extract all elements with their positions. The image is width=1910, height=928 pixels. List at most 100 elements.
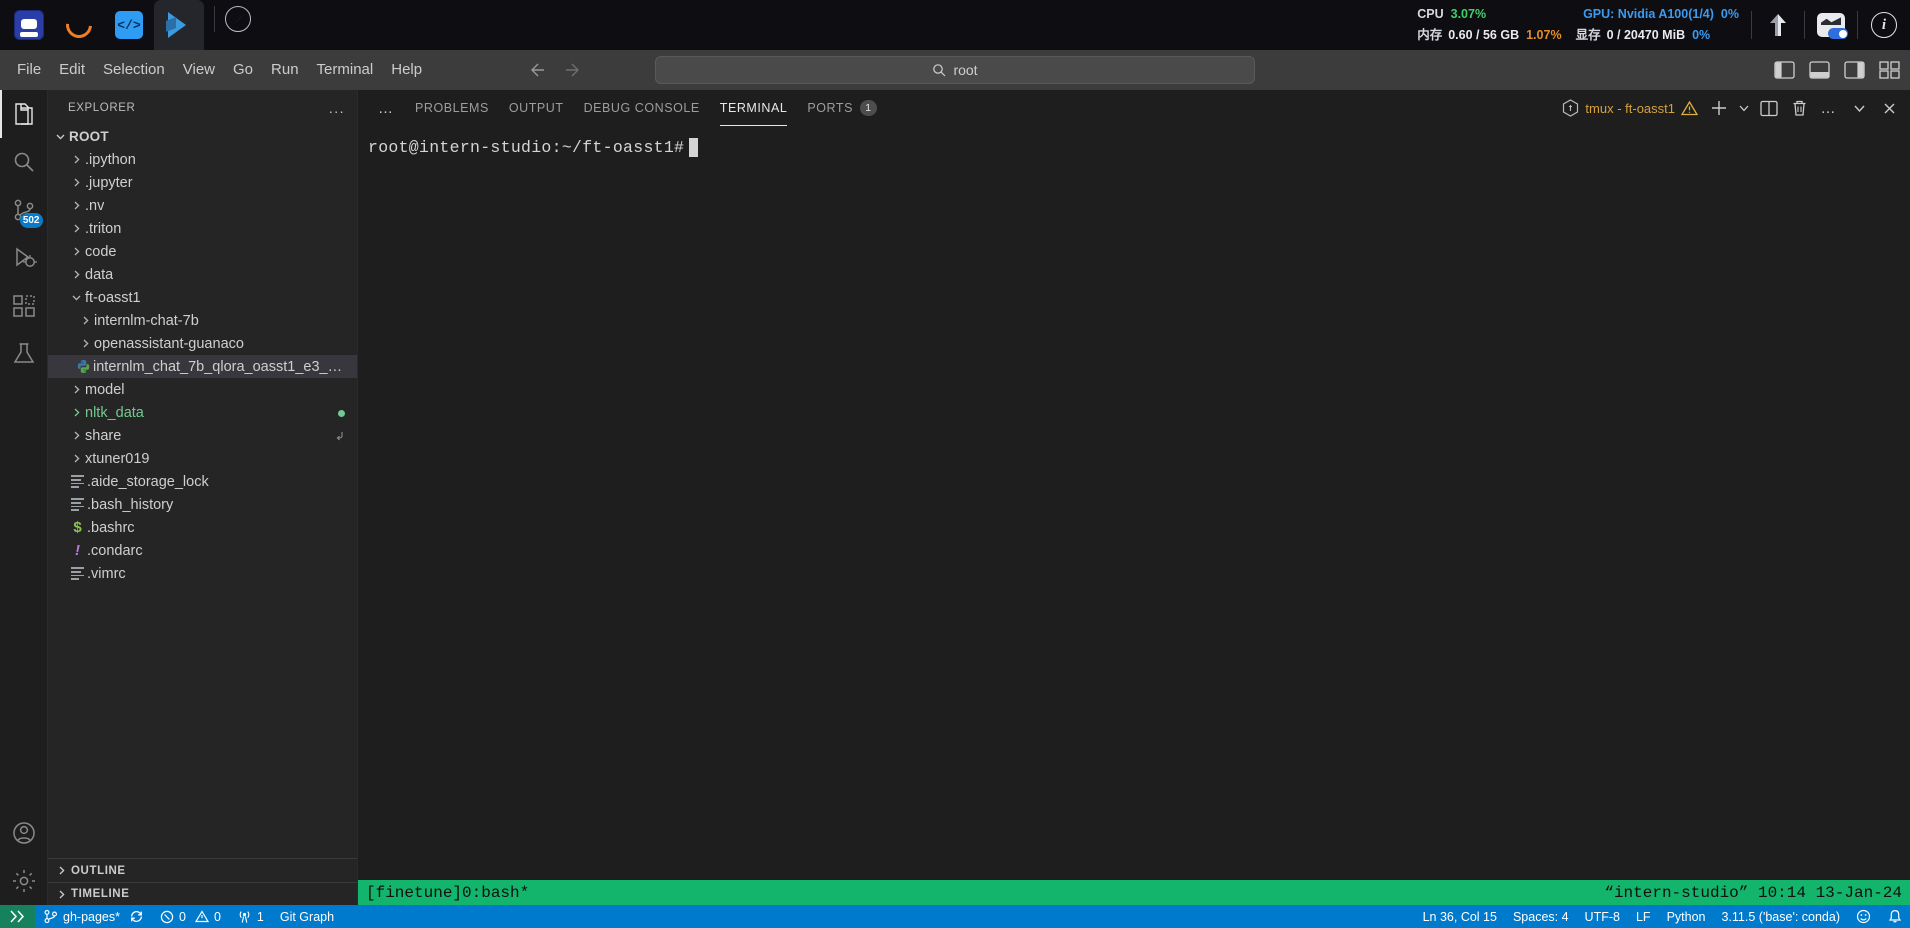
more-actions-icon[interactable]: ...: [329, 100, 345, 116]
app-tab-opencompass[interactable]: [54, 0, 104, 50]
more-actions-icon[interactable]: …: [1816, 95, 1842, 121]
text-file-icon: [68, 473, 87, 489]
forward-arrow-icon[interactable]: [563, 60, 583, 80]
sync-icon[interactable]: [129, 909, 144, 924]
tree-row-vimrc[interactable]: .vimrc: [48, 562, 357, 585]
app-tab-vscode[interactable]: [154, 0, 204, 50]
upload-icon[interactable]: [1752, 0, 1804, 50]
tree-label: nltk_data: [85, 404, 144, 421]
status-branch[interactable]: gh-pages*: [35, 905, 152, 928]
kill-terminal-icon[interactable]: [1786, 95, 1812, 121]
status-bell[interactable]: [1880, 905, 1910, 928]
activity-item-accounts[interactable]: [0, 809, 48, 857]
tab-label: OUTPUT: [508, 101, 564, 115]
activity-item-extensions[interactable]: [0, 282, 48, 330]
stats-row-top: CPU 3.07% GPU: Nvidia A100(1/4) 0%: [1417, 4, 1739, 25]
menu-help[interactable]: Help: [382, 57, 431, 83]
customize-layout-icon[interactable]: [1879, 61, 1900, 79]
menu-selection[interactable]: Selection: [94, 57, 174, 83]
app-tab-code[interactable]: </>: [104, 0, 154, 50]
activity-item-source-control[interactable]: 502: [0, 186, 48, 234]
activity-item-run-debug[interactable]: [0, 234, 48, 282]
tree-row-triton[interactable]: .triton: [48, 217, 357, 240]
tab-label: PORTS: [807, 101, 853, 115]
activity-item-search[interactable]: [0, 138, 48, 186]
toggle-secondary-sidebar-icon[interactable]: [1844, 61, 1865, 79]
tree-row-xtuner019[interactable]: xtuner019: [48, 447, 357, 470]
remote-indicator[interactable]: [0, 905, 35, 928]
activity-item-testing[interactable]: [0, 330, 48, 378]
close-panel-icon[interactable]: [1876, 95, 1902, 121]
warning-count: 0: [213, 909, 221, 924]
tree-row-bash-history[interactable]: .bash_history: [48, 493, 357, 516]
terminal-output[interactable]: root@intern-studio:~/ft-oasst1#: [358, 126, 1910, 880]
tab-output[interactable]: OUTPUT: [499, 90, 574, 126]
tree-row-ipython[interactable]: .ipython: [48, 148, 357, 171]
activity-item-manage[interactable]: [0, 857, 48, 905]
tab-terminal[interactable]: TERMINAL: [710, 90, 798, 126]
tree-row-openassistant-guanaco[interactable]: openassistant-guanaco: [48, 332, 357, 355]
section-timeline[interactable]: TIMELINE: [48, 882, 357, 905]
ports-badge: 1: [859, 100, 877, 116]
status-ports-forwarded[interactable]: 1: [229, 905, 272, 928]
menu-edit[interactable]: Edit: [50, 57, 94, 83]
chevron-down-icon[interactable]: [1736, 95, 1752, 121]
title-bar: File Edit Selection View Go Run Terminal…: [0, 50, 1910, 90]
tree-label: .triton: [85, 220, 122, 237]
status-git-graph[interactable]: Git Graph: [272, 905, 342, 928]
terminal-tab-tmux[interactable]: tmux - ft-oasst1: [1562, 99, 1702, 117]
tree-row-internlm-chat-7b[interactable]: internlm-chat-7b: [48, 309, 357, 332]
status-indentation[interactable]: Spaces: 4: [1505, 905, 1577, 928]
section-outline[interactable]: OUTLINE: [48, 859, 357, 882]
ports-count: 1: [256, 909, 264, 924]
tree-row-condarc[interactable]: ! .condarc: [48, 539, 357, 562]
compass-icon[interactable]: [225, 6, 251, 32]
tab-ports[interactable]: PORTS 1: [797, 90, 887, 126]
symlink-indicator: [334, 430, 345, 441]
tree-row-bashrc[interactable]: $ .bashrc: [48, 516, 357, 539]
tab-problems[interactable]: PROBLEMS: [405, 90, 499, 126]
toggle-panel-icon[interactable]: [1809, 61, 1830, 79]
new-terminal-icon[interactable]: [1706, 95, 1732, 121]
sidebar-header: EXPLORER ...: [48, 90, 357, 125]
menu-run[interactable]: Run: [262, 57, 308, 83]
source-control-branch-icon: [43, 909, 58, 924]
menu-go[interactable]: Go: [224, 57, 262, 83]
status-feedback[interactable]: [1848, 905, 1880, 928]
tree-row-ft-oasst1[interactable]: ft-oasst1: [48, 286, 357, 309]
tree-label: .condarc: [87, 542, 143, 559]
chevron-right-icon: [68, 200, 85, 211]
toggle-primary-sidebar-icon[interactable]: [1774, 61, 1795, 79]
tree-row-nv[interactable]: .nv: [48, 194, 357, 217]
status-cursor-position[interactable]: Ln 36, Col 15: [1415, 905, 1505, 928]
panel-more-icon[interactable]: …: [368, 90, 405, 126]
menu-terminal[interactable]: Terminal: [308, 57, 383, 83]
status-python-interpreter[interactable]: 3.11.5 ('base': conda): [1713, 905, 1848, 928]
monitor-toggle-icon[interactable]: [1805, 0, 1857, 50]
status-encoding[interactable]: UTF-8: [1577, 905, 1628, 928]
tree-row-nltk-data[interactable]: nltk_data: [48, 401, 357, 424]
app-tab-internstudio[interactable]: [4, 0, 54, 50]
info-icon[interactable]: i: [1858, 0, 1910, 50]
tree-label: .jupyter: [85, 174, 133, 191]
tree-row-aide-storage-lock[interactable]: .aide_storage_lock: [48, 470, 357, 493]
tree-row-internlm-chat-7b-qlora-config[interactable]: internlm_chat_7b_qlora_oasst1_e3_copy.py: [48, 355, 357, 378]
tab-debug-console[interactable]: DEBUG CONSOLE: [574, 90, 710, 126]
tree-row-root[interactable]: ROOT: [48, 125, 357, 148]
menu-view[interactable]: View: [174, 57, 224, 83]
activity-item-explorer[interactable]: [0, 90, 48, 138]
tree-row-jupyter[interactable]: .jupyter: [48, 171, 357, 194]
tree-row-data[interactable]: data: [48, 263, 357, 286]
status-eol[interactable]: LF: [1628, 905, 1659, 928]
tree-row-share[interactable]: share: [48, 424, 357, 447]
back-arrow-icon[interactable]: [527, 60, 547, 80]
menu-file[interactable]: File: [8, 57, 50, 83]
tree-row-model[interactable]: model: [48, 378, 357, 401]
panel-tab-bar: … PROBLEMS OUTPUT DEBUG CONSOLE TERMINAL…: [358, 90, 1910, 126]
tree-row-code[interactable]: code: [48, 240, 357, 263]
split-terminal-icon[interactable]: [1756, 95, 1782, 121]
status-language-mode[interactable]: Python: [1659, 905, 1714, 928]
hide-panel-icon[interactable]: [1846, 95, 1872, 121]
quick-search-input[interactable]: root: [655, 56, 1255, 84]
status-problems[interactable]: 0 0: [152, 905, 229, 928]
